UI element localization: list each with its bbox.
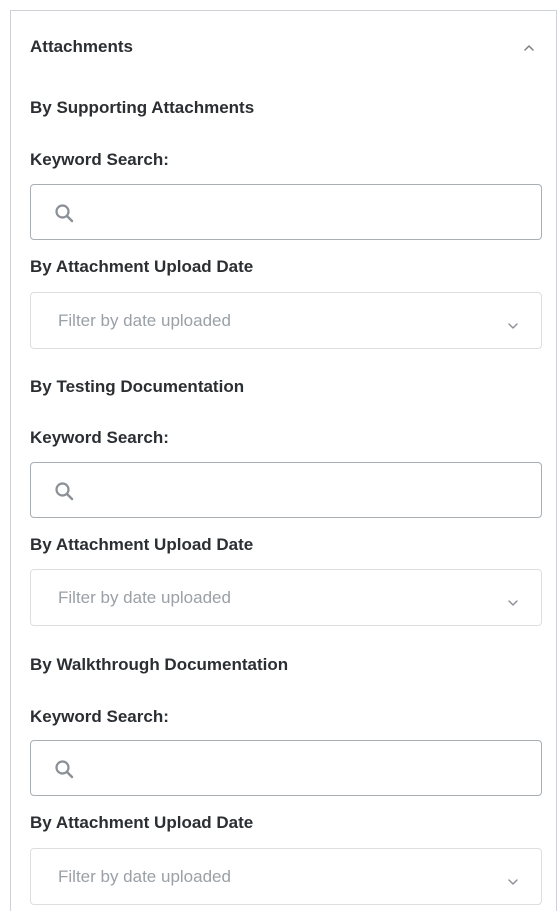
- upload-date-label: By Attachment Upload Date: [30, 813, 254, 832]
- keyword-search-field[interactable]: [30, 184, 542, 240]
- chevron-down-icon: [507, 594, 519, 606]
- attachments-filter-panel: Attachments By Supporting Attachments Ke…: [10, 10, 557, 911]
- upload-date-placeholder: Filter by date uploaded: [58, 588, 231, 607]
- search-icon: [54, 759, 74, 779]
- attachments-header[interactable]: Attachments: [30, 35, 544, 61]
- panel-title: Attachments: [30, 37, 133, 56]
- keyword-search-field[interactable]: [30, 740, 542, 796]
- upload-date-placeholder: Filter by date uploaded: [58, 867, 231, 886]
- upload-date-select[interactable]: Filter by date uploaded: [30, 292, 542, 349]
- section-title-supporting-attachments: By Supporting Attachments: [30, 98, 255, 117]
- keyword-search-label: Keyword Search:: [30, 150, 169, 169]
- upload-date-select[interactable]: Filter by date uploaded: [30, 569, 542, 626]
- upload-date-label: By Attachment Upload Date: [30, 535, 254, 554]
- upload-date-select[interactable]: Filter by date uploaded: [30, 848, 542, 905]
- keyword-search-input[interactable]: [87, 469, 531, 513]
- keyword-search-field[interactable]: [30, 462, 542, 518]
- upload-date-label: By Attachment Upload Date: [30, 257, 254, 276]
- keyword-search-input[interactable]: [87, 747, 531, 791]
- search-icon: [54, 203, 74, 223]
- section-title-walkthrough-documentation: By Walkthrough Documentation: [30, 655, 289, 674]
- keyword-search-label: Keyword Search:: [30, 707, 169, 726]
- upload-date-placeholder: Filter by date uploaded: [58, 311, 231, 330]
- chevron-down-icon: [507, 873, 519, 885]
- search-icon: [54, 481, 74, 501]
- keyword-search-label: Keyword Search:: [30, 428, 169, 447]
- section-title-testing-documentation: By Testing Documentation: [30, 377, 245, 396]
- chevron-up-icon[interactable]: [522, 41, 536, 55]
- chevron-down-icon: [507, 317, 519, 329]
- keyword-search-input[interactable]: [87, 191, 531, 235]
